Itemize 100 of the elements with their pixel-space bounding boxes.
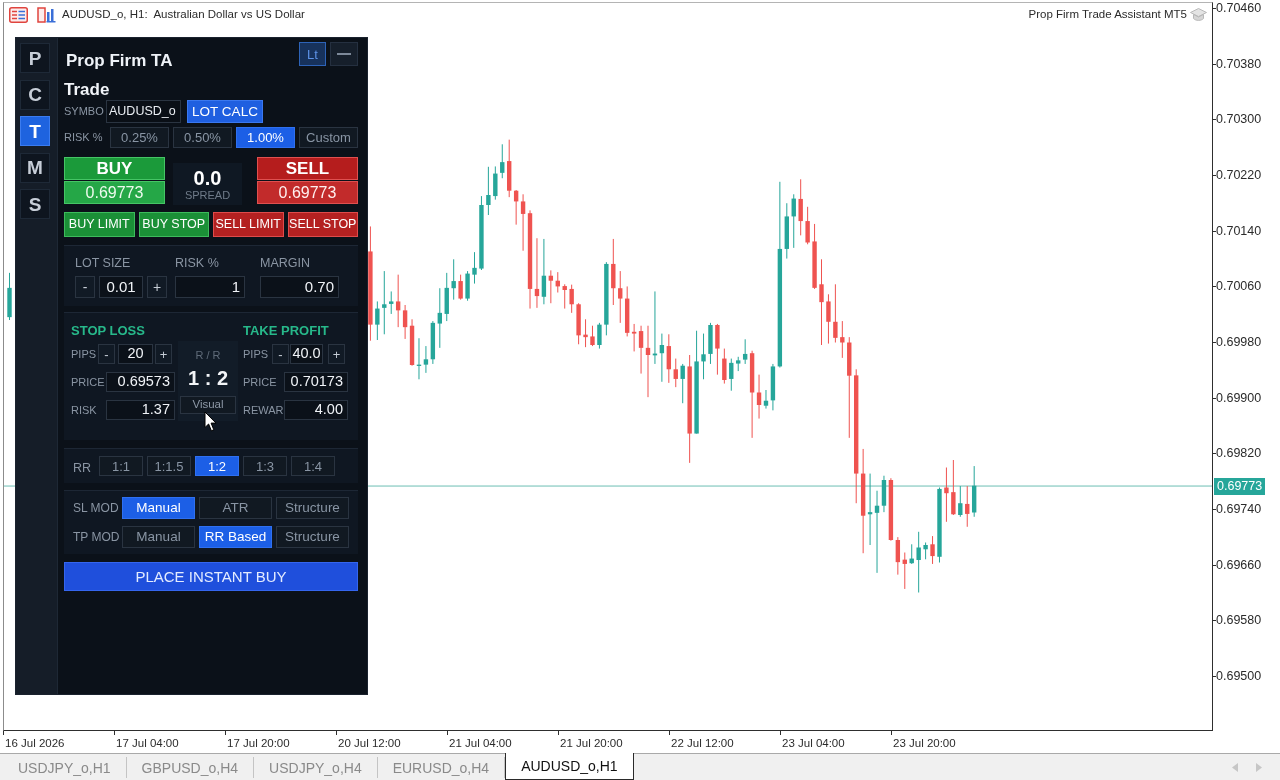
time-label: 17 Jul 20:00 bbox=[225, 731, 290, 750]
chart-title: AUDUSD_o, H1: Australian Dollar vs US Dollar bbox=[62, 7, 305, 22]
sidebar-tab[interactable]: T bbox=[20, 116, 50, 146]
rr-preset-button[interactable]: 1:2 bbox=[195, 456, 239, 476]
field-label: RISK % bbox=[175, 256, 220, 270]
sell-price: 0.69773 bbox=[257, 181, 358, 204]
amount-field: 1.37 bbox=[106, 400, 175, 420]
chart-tab[interactable]: AUDUSD_o,H1 bbox=[505, 753, 634, 780]
panel-title: Prop Firm TA bbox=[66, 50, 173, 72]
buy-price: 0.69773 bbox=[64, 181, 165, 204]
risk-preset-button[interactable]: 1.00% bbox=[236, 127, 295, 148]
pips-field[interactable]: 20 bbox=[118, 344, 153, 364]
rr-preset-button[interactable]: 1:1 bbox=[99, 456, 143, 476]
time-label: 23 Jul 20:00 bbox=[891, 731, 956, 750]
field-label: REWAR bbox=[243, 403, 284, 417]
time-label: 21 Jul 04:00 bbox=[447, 731, 512, 750]
ratio-label: R / R bbox=[195, 349, 221, 362]
buy-button[interactable]: BUY bbox=[64, 157, 165, 180]
time-label: 20 Jul 12:00 bbox=[336, 731, 401, 750]
current-price-label: 0.69773 bbox=[1214, 477, 1266, 495]
risk-preset-button[interactable]: 0.50% bbox=[173, 127, 232, 148]
price-field[interactable]: 0.70173 bbox=[284, 372, 348, 392]
price-label: 0.70300 bbox=[1213, 112, 1262, 127]
scroll-left-icon[interactable] bbox=[1232, 762, 1238, 772]
pips-field[interactable]: 40.0 bbox=[290, 344, 323, 364]
field-label: PRICE bbox=[243, 375, 278, 389]
minimize-icon bbox=[337, 53, 351, 55]
symbol-field[interactable]: AUDUSD_o bbox=[106, 100, 181, 123]
rr-preset-button[interactable]: 1:4 bbox=[291, 456, 335, 476]
candlestick-chart bbox=[7, 272, 12, 320]
field-label: LOT SIZE bbox=[75, 256, 132, 270]
field-label: RR bbox=[73, 461, 93, 475]
price-label: 0.69660 bbox=[1213, 557, 1262, 572]
decrement-button[interactable]: - bbox=[98, 344, 115, 364]
price-field[interactable]: 0.69573 bbox=[106, 372, 175, 392]
sidebar-tab[interactable]: C bbox=[20, 79, 50, 110]
increment-button[interactable]: + bbox=[328, 344, 345, 364]
spread-label: SPREAD bbox=[184, 189, 231, 201]
pending-order-button[interactable]: SELL STOP bbox=[287, 212, 358, 237]
pending-order-button[interactable]: BUY STOP bbox=[138, 212, 209, 237]
risk-preset-button[interactable]: 0.25% bbox=[110, 127, 169, 148]
rr-preset-button[interactable]: 1:1.5 bbox=[147, 456, 191, 476]
section-heading: TAKE PROFIT bbox=[243, 324, 330, 338]
increment-button[interactable]: + bbox=[147, 276, 167, 298]
risk-preset-button[interactable]: Custom bbox=[299, 127, 358, 148]
price-label: 0.69900 bbox=[1213, 390, 1262, 405]
scroll-right-icon[interactable] bbox=[1256, 762, 1262, 772]
sell-button[interactable]: SELL bbox=[257, 157, 358, 180]
sidebar-tab[interactable]: S bbox=[20, 189, 50, 219]
bid-line bbox=[4, 485, 15, 487]
decrement-button[interactable]: - bbox=[272, 344, 289, 364]
price-label: 0.69740 bbox=[1213, 502, 1262, 516]
rr-preset-button[interactable]: 1:3 bbox=[243, 456, 287, 476]
field-label: PIPS bbox=[243, 347, 270, 361]
field-label: PIPS bbox=[71, 347, 98, 361]
mode-option-button[interactable]: Structure bbox=[276, 526, 349, 548]
theme-button[interactable]: Lt bbox=[299, 42, 326, 66]
decrement-button[interactable]: - bbox=[75, 276, 95, 298]
field-label: RISK % bbox=[64, 131, 104, 144]
pending-order-button[interactable]: BUY LIMIT bbox=[64, 212, 135, 237]
chart-tab[interactable]: GBPUSD_o,H4 bbox=[126, 757, 255, 778]
price-label: 0.70220 bbox=[1213, 168, 1262, 182]
spread-value: 0.0 bbox=[193, 167, 222, 189]
price-label: 0.70380 bbox=[1213, 56, 1262, 71]
mode-option-button[interactable]: ATR bbox=[199, 497, 272, 519]
mode-option-button[interactable]: Structure bbox=[276, 497, 349, 519]
margin-field[interactable]: 0.70 bbox=[260, 276, 339, 298]
chart-tab[interactable]: USDJPY_o,H4 bbox=[254, 757, 378, 778]
field-label: PRICE bbox=[71, 375, 106, 389]
field-label: SYMBO bbox=[64, 105, 105, 118]
field-label: SL MOD bbox=[73, 501, 118, 515]
time-label: 17 Jul 04:00 bbox=[114, 731, 179, 750]
table-icon bbox=[9, 6, 28, 23]
visual-button[interactable]: Visual bbox=[180, 396, 236, 414]
time-label: 16 Jul 2026 bbox=[3, 731, 65, 750]
price-label: 0.70140 bbox=[1213, 223, 1262, 238]
field-label: RISK bbox=[71, 403, 98, 417]
mode-option-button[interactable]: Manual bbox=[122, 497, 195, 519]
mode-option-button[interactable]: Manual bbox=[122, 526, 195, 548]
increment-button[interactable]: + bbox=[155, 344, 172, 364]
sidebar-tab[interactable]: P bbox=[20, 43, 50, 73]
price-label: 0.69500 bbox=[1213, 669, 1262, 683]
amount-field: 4.00 bbox=[284, 400, 348, 420]
mouse-pointer-icon bbox=[204, 411, 217, 432]
field-label: MARGIN bbox=[260, 256, 311, 270]
mode-option-button[interactable]: RR Based bbox=[199, 526, 272, 548]
pending-order-button[interactable]: SELL LIMIT bbox=[213, 212, 284, 237]
minimize-button[interactable] bbox=[330, 42, 358, 66]
sidebar-tab[interactable]: M bbox=[20, 152, 50, 183]
place-order-button[interactable]: PLACE INSTANT BUY bbox=[64, 562, 358, 591]
risk-percent-field[interactable]: 1 bbox=[175, 276, 245, 298]
chart-tab[interactable]: USDJPY_o,H1 bbox=[3, 757, 127, 778]
time-label: 23 Jul 04:00 bbox=[780, 731, 845, 750]
lot-calc-button[interactable]: LOT CALC bbox=[187, 100, 263, 123]
time-label: 22 Jul 12:00 bbox=[669, 731, 734, 750]
section-heading: STOP LOSS bbox=[71, 324, 146, 338]
graduation-cap-icon bbox=[1190, 7, 1207, 22]
price-label: 0.69980 bbox=[1213, 335, 1262, 349]
lot-size-field[interactable]: 0.01 bbox=[99, 276, 143, 298]
price-label: 0.70060 bbox=[1213, 279, 1262, 294]
